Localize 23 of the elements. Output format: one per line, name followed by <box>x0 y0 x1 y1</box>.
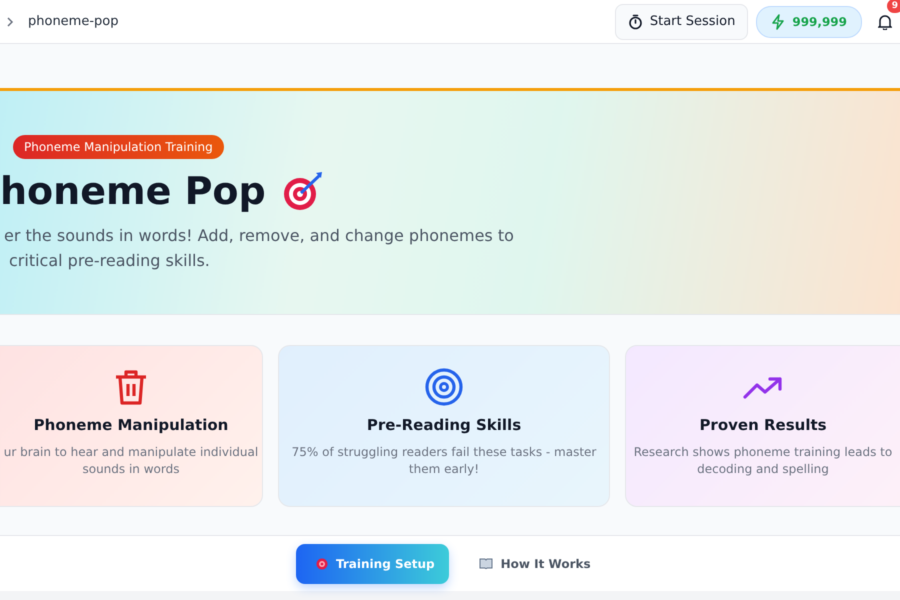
page-name: phoneme-pop <box>28 14 118 29</box>
notification-badge: 9 <box>886 0 900 12</box>
hero-title: honeme Pop <box>0 169 266 213</box>
chevron-right-icon <box>6 16 14 28</box>
target-icon <box>316 558 328 570</box>
feature-title: Pre-Reading Skills <box>366 416 522 434</box>
lightning-icon <box>771 14 786 30</box>
hero-badge: Phoneme Manipulation Training <box>13 135 224 159</box>
book-icon <box>478 558 493 569</box>
start-session-button[interactable]: Start Session <box>614 4 748 40</box>
stopwatch-icon <box>628 14 643 30</box>
target-icon <box>425 368 463 406</box>
trash-icon <box>114 368 148 406</box>
feature-description: Research shows phoneme training leads to decoding and spelling <box>634 444 892 478</box>
bell-icon[interactable] <box>878 14 892 30</box>
feature-title: Phoneme Manipulation <box>34 416 228 434</box>
tab[interactable]: How It Works <box>458 544 605 584</box>
points-pill: 999,999 <box>756 6 862 38</box>
feature-description: 75% of struggling readers fail these tasks - master them early! <box>292 444 596 478</box>
feature-title: Proven Results <box>699 416 827 434</box>
hero-subtitle: er the sounds in words! Add, remove, and change phonemes to critical pre-reading skills. <box>4 225 515 272</box>
trending-up-icon <box>743 376 783 400</box>
feature-description: ur brain to hear and manipulate individual sounds in words <box>4 444 258 478</box>
